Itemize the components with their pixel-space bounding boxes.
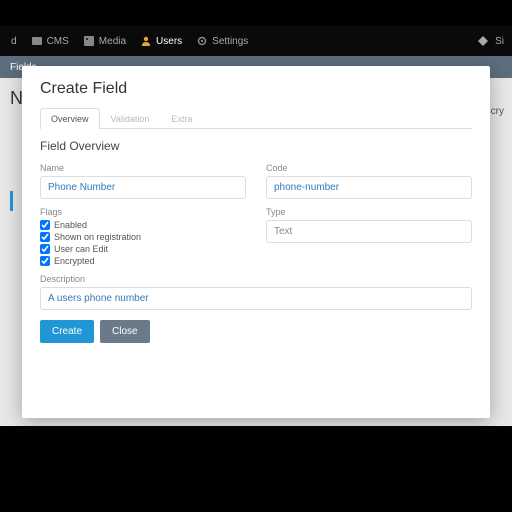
- cms-icon: [31, 35, 43, 47]
- nav-item-cms[interactable]: CMS: [24, 26, 76, 56]
- name-input[interactable]: [40, 176, 246, 199]
- nav-label: Settings: [212, 36, 248, 47]
- media-icon: [83, 35, 95, 47]
- nav-right-label: Si: [495, 36, 504, 47]
- flag-user-can-edit-checkbox[interactable]: [40, 244, 50, 254]
- flag-label: User can Edit: [54, 244, 108, 254]
- nav-item-media[interactable]: Media: [76, 26, 133, 56]
- tab-overview[interactable]: Overview: [40, 108, 100, 129]
- code-input[interactable]: [266, 176, 472, 199]
- description-input[interactable]: [40, 287, 472, 310]
- tab-validation[interactable]: Validation: [100, 108, 161, 129]
- flag-label: Encrypted: [54, 256, 95, 266]
- flags-label: Flags: [40, 207, 246, 217]
- modal-title: Create Field: [40, 80, 472, 98]
- type-label: Type: [266, 207, 472, 217]
- flag-enabled[interactable]: Enabled: [40, 220, 246, 230]
- flag-label: Shown on registration: [54, 232, 141, 242]
- tab-extra[interactable]: Extra: [160, 108, 203, 129]
- nav-label: Users: [156, 36, 182, 47]
- modal-tabs: Overview Validation Extra: [40, 108, 472, 129]
- flag-shown-registration-checkbox[interactable]: [40, 232, 50, 242]
- flag-user-can-edit[interactable]: User can Edit: [40, 244, 246, 254]
- flag-encrypted-checkbox[interactable]: [40, 256, 50, 266]
- flag-encrypted[interactable]: Encrypted: [40, 256, 246, 266]
- flag-shown-registration[interactable]: Shown on registration: [40, 232, 246, 242]
- nav-label: Media: [99, 36, 126, 47]
- nav-item-d[interactable]: d: [4, 26, 24, 56]
- flag-enabled-checkbox[interactable]: [40, 220, 50, 230]
- sidebar-active-indicator: [10, 191, 13, 211]
- close-button[interactable]: Close: [100, 320, 150, 343]
- flag-label: Enabled: [54, 220, 87, 230]
- top-navbar: d CMS Media Users Settings Si: [0, 26, 512, 56]
- description-label: Description: [40, 274, 472, 284]
- name-label: Name: [40, 163, 246, 173]
- type-value[interactable]: Text: [266, 220, 472, 243]
- diamond-icon: [477, 35, 489, 47]
- gear-icon: [196, 35, 208, 47]
- nav-item-users[interactable]: Users: [133, 26, 189, 56]
- create-button[interactable]: Create: [40, 320, 94, 343]
- create-field-modal: Create Field Overview Validation Extra F…: [22, 66, 490, 418]
- nav-right[interactable]: Si: [477, 35, 508, 47]
- code-label: Code: [266, 163, 472, 173]
- nav-label: d: [11, 36, 17, 47]
- users-icon: [140, 35, 152, 47]
- section-title: Field Overview: [40, 139, 472, 153]
- nav-label: CMS: [47, 36, 69, 47]
- nav-item-settings[interactable]: Settings: [189, 26, 255, 56]
